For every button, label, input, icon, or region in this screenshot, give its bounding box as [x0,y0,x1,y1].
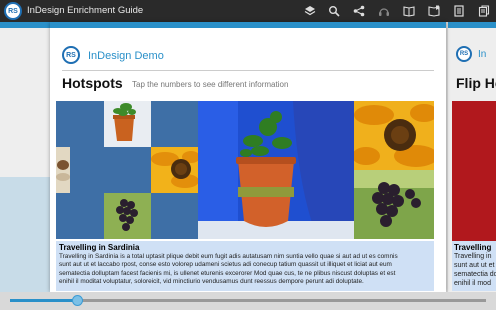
action-bar: RS InDesign Enrichment Guide [0,0,496,22]
caption-line: sunt aut ut et laccabo rpost, conse esto… [59,261,392,269]
search-icon[interactable] [327,4,341,18]
previous-page[interactable] [0,22,50,292]
header-divider [62,70,434,71]
scrubber-handle[interactable] [72,295,83,306]
blue-tile[interactable] [56,101,104,147]
next-caption-line: enihil il mod [454,280,491,287]
document-icon[interactable] [452,4,466,18]
current-page: RS InDesign Demo Hotspots Tap the number… [50,22,446,292]
bookmark-add-icon[interactable] [427,4,441,18]
sunflower-tile[interactable] [151,147,198,193]
page-header-band [50,22,446,28]
brand-logo: RS [62,46,80,64]
brand-name: In [478,49,487,60]
next-caption: Travelling Travelling in sunt aut ut et … [452,241,496,291]
grapes-tile[interactable] [104,193,151,239]
next-page-title: Flip He [456,75,496,91]
caption-line: enihil il moditat voluptatur, soloreicit… [59,278,364,286]
caption-line: Travelling in Sardinia is a total uptasi… [59,253,398,260]
page-header-band [0,22,50,28]
image-caption: Travelling in Sardinia Travelling in Sar… [56,241,434,291]
next-caption-line: Travelling in [454,253,492,260]
blue-tile[interactable] [151,101,198,147]
blue-tile[interactable] [104,147,151,193]
caption-title: Travelling in Sardinia [59,243,140,252]
main-hotspot-image[interactable] [198,101,354,239]
tea-tile[interactable] [56,147,104,193]
share-icon[interactable] [352,4,366,18]
page-decoration [0,177,50,292]
next-caption-title: Travelling [454,243,492,252]
grapes-image[interactable] [354,170,434,239]
caption-line: sematectia dolluptam facest facienis mi,… [59,269,396,277]
next-page[interactable]: RS In Flip He Travelling Travelling in s… [448,22,496,292]
page-scrubber[interactable] [0,292,496,310]
page-subtitle: Tap the numbers to see different informa… [132,80,289,89]
brand-logo: RS [456,46,472,62]
next-caption-line: sematectia do [454,271,496,278]
layers-icon[interactable] [303,4,317,18]
flip-image [452,101,496,241]
copy-icon[interactable] [477,4,491,18]
app-logo[interactable]: RS [4,2,22,20]
page-title: Hotspots [62,75,123,91]
book-icon[interactable] [402,4,416,18]
headphones-icon[interactable] [377,4,391,18]
blue-tile[interactable] [56,193,104,239]
scrubber-progress [10,299,77,302]
brand-name: InDesign Demo [88,50,164,62]
next-caption-line: sunt aut ut et [454,262,495,269]
blue-tile[interactable] [151,193,198,239]
pot-tile[interactable] [104,101,151,147]
page-header-band [448,22,496,28]
app-title: InDesign Enrichment Guide [27,5,144,16]
sunflower-image[interactable] [354,101,434,170]
